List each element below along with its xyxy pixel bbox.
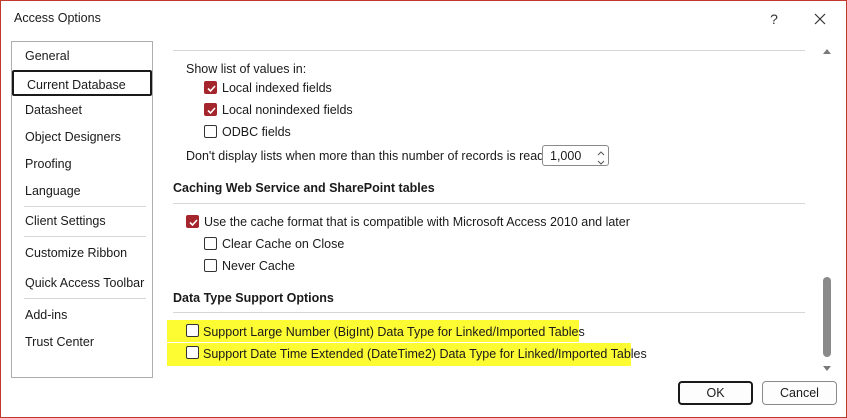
- close-button[interactable]: [809, 8, 831, 30]
- nav-divider: [24, 206, 146, 207]
- cancel-button[interactable]: Cancel: [762, 381, 837, 405]
- options-nav: General Current Database Datasheet Objec…: [11, 41, 153, 378]
- section-divider: [173, 312, 805, 313]
- options-content: Show list of values in: Local indexed fi…: [161, 41, 819, 378]
- nav-divider: [24, 298, 146, 299]
- nav-item-customize-ribbon[interactable]: Customize Ribbon: [12, 240, 152, 266]
- access-options-dialog: Access Options ? General Current Databas…: [0, 0, 847, 418]
- cache-format-checkbox[interactable]: [186, 215, 199, 228]
- nav-item-add-ins[interactable]: Add-ins: [12, 302, 152, 328]
- clear-cache-checkbox[interactable]: [204, 237, 217, 250]
- local-indexed-checkbox[interactable]: [204, 81, 217, 94]
- vertical-scrollbar[interactable]: [819, 41, 835, 378]
- dialog-title: Access Options: [14, 11, 101, 25]
- scrollbar-thumb[interactable]: [823, 277, 831, 357]
- nav-divider: [24, 236, 146, 237]
- nav-item-client-settings[interactable]: Client Settings: [12, 208, 152, 234]
- spin-down-icon[interactable]: [595, 156, 607, 165]
- odbc-fields-label[interactable]: ODBC fields: [222, 125, 291, 139]
- bigint-support-checkbox[interactable]: [186, 324, 199, 337]
- checkmark-icon: [207, 85, 216, 93]
- nav-item-language[interactable]: Language: [12, 178, 152, 204]
- scroll-up-arrow-icon[interactable]: [821, 45, 833, 59]
- nav-item-object-designers[interactable]: Object Designers: [12, 124, 152, 150]
- records-limit-spinner[interactable]: 1,000: [542, 145, 609, 166]
- datatype-heading: Data Type Support Options: [173, 291, 334, 305]
- checkmark-icon: [189, 219, 198, 227]
- section-divider: [173, 50, 805, 51]
- show-list-label: Show list of values in:: [186, 62, 307, 76]
- section-divider: [173, 203, 805, 204]
- local-nonindexed-label[interactable]: Local nonindexed fields: [222, 103, 353, 117]
- spin-up-icon[interactable]: [595, 147, 607, 156]
- checkmark-icon: [207, 107, 216, 115]
- title-bar: Access Options ?: [1, 1, 846, 35]
- datetime2-support-checkbox[interactable]: [186, 346, 199, 359]
- nav-item-datasheet[interactable]: Datasheet: [12, 97, 152, 123]
- close-icon: [814, 13, 826, 25]
- records-limit-label: Don't display lists when more than this …: [186, 149, 548, 163]
- nav-item-current-database[interactable]: Current Database: [12, 70, 152, 96]
- help-button[interactable]: ?: [763, 8, 785, 30]
- nav-item-trust-center[interactable]: Trust Center: [12, 329, 152, 355]
- never-cache-checkbox[interactable]: [204, 259, 217, 272]
- local-indexed-label[interactable]: Local indexed fields: [222, 81, 332, 95]
- never-cache-label[interactable]: Never Cache: [222, 259, 295, 273]
- nav-item-general[interactable]: General: [12, 43, 152, 69]
- records-limit-value[interactable]: 1,000: [550, 149, 581, 163]
- scroll-down-arrow-icon[interactable]: [821, 363, 833, 377]
- bigint-support-label[interactable]: Support Large Number (BigInt) Data Type …: [203, 325, 585, 339]
- odbc-fields-checkbox[interactable]: [204, 125, 217, 138]
- ok-button[interactable]: OK: [678, 381, 753, 405]
- caching-heading: Caching Web Service and SharePoint table…: [173, 181, 435, 195]
- nav-item-quick-access-toolbar[interactable]: Quick Access Toolbar: [12, 270, 152, 296]
- clear-cache-label[interactable]: Clear Cache on Close: [222, 237, 344, 251]
- datetime2-support-label[interactable]: Support Date Time Extended (DateTime2) D…: [203, 347, 647, 361]
- nav-item-proofing[interactable]: Proofing: [12, 151, 152, 177]
- cache-format-label[interactable]: Use the cache format that is compatible …: [204, 215, 630, 229]
- local-nonindexed-checkbox[interactable]: [204, 103, 217, 116]
